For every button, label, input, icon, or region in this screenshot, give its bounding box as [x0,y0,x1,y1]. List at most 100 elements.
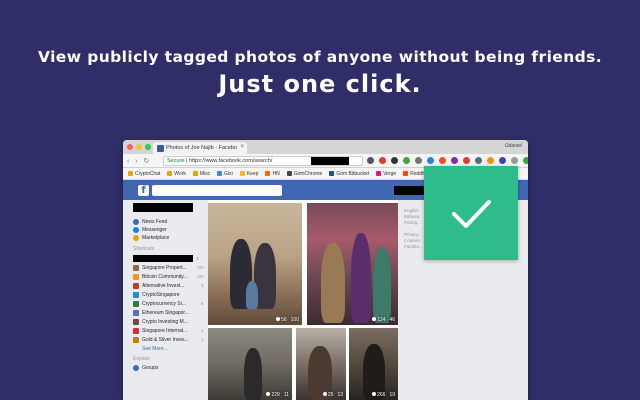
group-icon [133,291,139,298]
bookmark-icon [286,171,292,176]
person-figure [244,348,262,400]
group-icon [133,300,139,307]
extension-icon[interactable] [451,157,458,164]
messenger-icon [133,227,139,233]
photo-stats: 56 100 [276,317,299,323]
facebook-favicon-icon [157,145,164,152]
shortcut-item[interactable]: 3 [133,254,205,263]
shortcuts-heading: Shortcuts [133,246,155,252]
extension-icon[interactable] [511,157,518,164]
bookmark-icon [376,171,382,176]
extension-icon[interactable] [367,157,374,164]
maximize-window-button[interactable] [145,144,151,150]
folder-icon [167,171,173,176]
group-icon [133,327,139,334]
profile-name-redaction [133,203,193,212]
bookmark[interactable]: Verge [376,171,396,177]
extension-icon[interactable] [499,157,506,164]
marketplace-icon [133,235,139,241]
tagged-photo[interactable]: 266 19 [349,328,398,400]
tagged-photo[interactable]: 124 46 [307,203,398,325]
extension-icon[interactable] [475,157,482,164]
tab-close-icon[interactable]: × [240,144,244,150]
group-icon [133,282,139,289]
profile-name[interactable]: Ωdaniel [505,143,522,149]
tagged-photo[interactable]: 56 100 [208,203,302,325]
shortcut-item[interactable]: Crypto Investing M... [133,317,205,326]
group-icon [133,336,139,343]
person-figure [373,247,391,323]
shortcut-item[interactable]: Singapore Propert... 20+ [133,263,205,272]
photo-stats: 229 11 [266,392,289,398]
photo-stats: 25 13 [322,392,343,398]
bookmark[interactable]: HN [265,171,280,177]
url-text: https://www.facebook.com/search/ [188,158,273,164]
check-icon [452,200,491,228]
extension-icon[interactable] [391,157,398,164]
shortcut-redaction [133,254,193,262]
window-controls [127,144,151,150]
extension-icon[interactable] [523,157,528,164]
shortcut-item[interactable]: Ethereum Singapor... [133,308,205,317]
browser-tab[interactable]: Photos of Joe Najib - Facebo × [153,142,247,154]
group-icon [133,273,139,280]
sidebar-item-messenger[interactable]: Messenger [133,226,208,234]
extension-icon[interactable] [415,157,422,164]
extension-icon[interactable] [439,157,446,164]
bookmark[interactable]: GomChrome [286,171,322,177]
shortcut-item[interactable]: Singapore Internat... 1 [133,326,205,335]
sidebar-item-news-feed[interactable]: News Feed [133,218,208,226]
group-icon [133,318,139,325]
bookmark[interactable]: Reddit [403,171,425,177]
tab-bar: Photos of Joe Najib - Facebo × Ωdaniel [123,140,528,154]
extension-icon[interactable] [427,157,434,164]
shortcut-item[interactable]: Alternative Invest... 3 [133,281,205,290]
see-more-link[interactable]: See More... [142,346,208,352]
left-sidebar: News Feed Messenger Marketplace Shortcut… [123,200,208,400]
tagged-photo[interactable]: 25 13 [296,328,346,400]
bookmark[interactable]: Misc [192,171,210,177]
bookmark-icon [265,171,271,176]
bookmark-icon [128,171,133,176]
shortcut-item[interactable]: Bitcoin Community... 20+ [133,272,205,281]
navigation-buttons[interactable]: ‹ › ↻ [127,157,151,165]
explore-heading: Explore [133,356,150,362]
extension-icons [367,157,528,164]
bookmark[interactable]: Keep [239,171,258,177]
like-icon [322,392,327,396]
like-icon [372,317,377,321]
photo-stats: 266 19 [372,392,395,398]
group-icon [133,309,139,316]
shortcut-item[interactable]: Cryptocurrency Si... 6 [133,299,205,308]
extension-icon[interactable] [379,157,386,164]
secure-label: Secure [167,158,185,164]
shortcut-item[interactable]: CryptoSingapore [133,290,205,299]
extension-icon[interactable] [403,157,410,164]
like-icon [372,392,377,396]
sidebar-item-groups[interactable]: Groups [133,364,208,372]
bookmark[interactable]: CryptoChat [128,171,160,177]
bookmark[interactable]: Work [167,171,186,177]
facebook-logo-icon[interactable]: f [138,185,149,196]
sidebar-item-marketplace[interactable]: Marketplace [133,234,208,242]
extension-icon[interactable] [487,157,494,164]
tagged-photo[interactable]: 229 11 [208,328,292,400]
group-icon [133,264,139,271]
bookmark[interactable]: Gixi [217,171,233,177]
extension-icon[interactable] [463,157,470,164]
person-figure [321,243,345,323]
bookmark-icon [217,171,223,176]
person-figure [351,233,371,323]
shortcut-item[interactable]: Gold & Silver Inves... 1 [133,335,205,344]
facebook-search-input[interactable] [152,185,282,196]
groups-icon [133,365,139,371]
bookmark[interactable]: Gom Bitbucket [329,171,369,177]
url-redaction [311,157,349,165]
minimize-window-button[interactable] [136,144,142,150]
photo-grid: 56 100 124 46 229 11 25 13 266 19 [208,200,398,400]
photo-stats: 124 46 [372,317,395,323]
extension-check-button[interactable] [424,166,518,260]
like-icon [276,317,281,321]
close-window-button[interactable] [127,144,133,150]
like-icon [266,392,271,396]
